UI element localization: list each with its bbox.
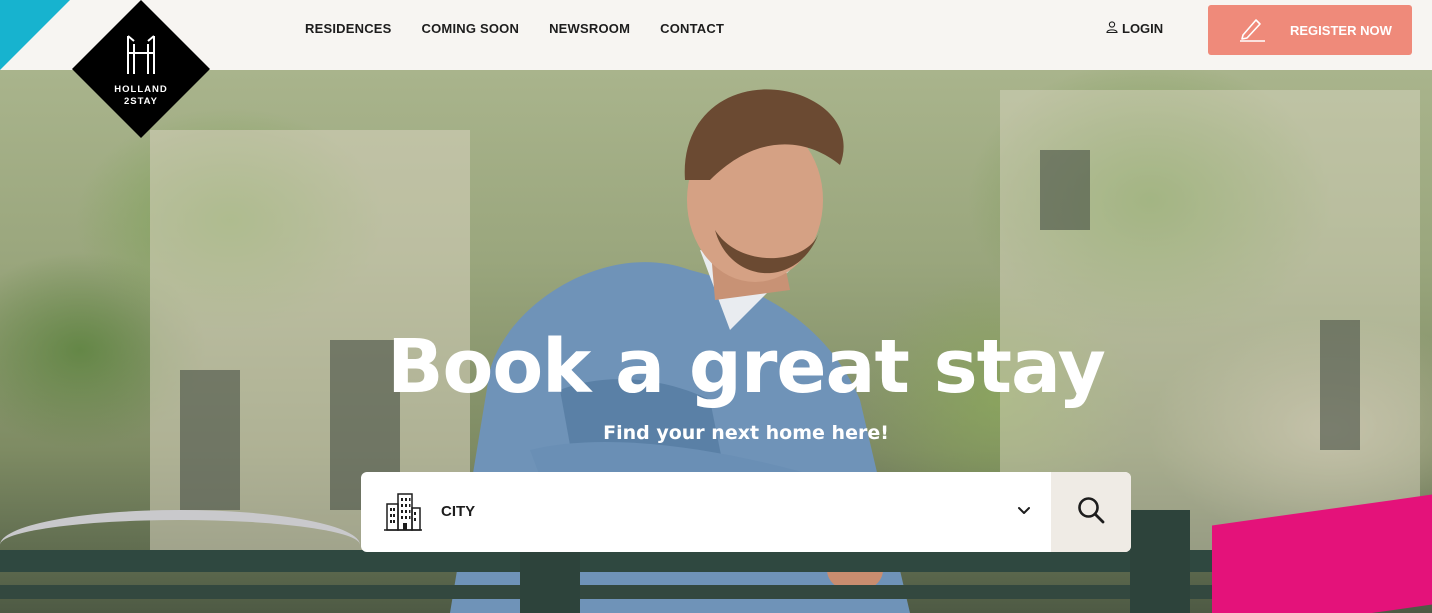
chevron-down-icon: [1016, 502, 1032, 523]
search-button[interactable]: [1051, 472, 1131, 552]
main-nav: RESIDENCES COMING SOON NEWSROOM CONTACT: [305, 21, 724, 36]
city-select-label: CITY: [441, 503, 476, 520]
logo-text-line2: 2STAY: [124, 96, 158, 107]
nav-item-coming-soon[interactable]: COMING SOON: [422, 21, 520, 36]
holland2stay-logo[interactable]: HOLLAND 2STAY: [71, 0, 211, 139]
hero-section: Book a great stay Find your next home he…: [0, 70, 1432, 613]
railing-post: [1130, 510, 1190, 613]
site-header: RESIDENCES COMING SOON NEWSROOM CONTACT …: [0, 0, 1432, 70]
logo-text-line1: HOLLAND: [114, 84, 167, 95]
search-icon: [1076, 495, 1106, 530]
nav-item-contact[interactable]: CONTACT: [660, 21, 724, 36]
login-link[interactable]: LOGIN: [1106, 21, 1163, 36]
register-label: REGISTER NOW: [1290, 22, 1392, 38]
city-select[interactable]: CITY: [361, 472, 1051, 552]
hero-title: Book a great stay: [387, 324, 1106, 410]
login-label: LOGIN: [1122, 21, 1164, 36]
city-search-bar: CITY: [361, 472, 1131, 552]
nav-item-newsroom[interactable]: NEWSROOM: [549, 21, 630, 36]
register-button[interactable]: REGISTER NOW: [1208, 5, 1412, 55]
hero-subtitle: Find your next home here!: [603, 422, 889, 444]
nav-item-residences[interactable]: RESIDENCES: [305, 21, 392, 36]
pencil-icon: [1238, 16, 1266, 45]
user-icon: [1106, 21, 1118, 36]
building-icon: [384, 490, 422, 537]
teal-corner-decoration: [0, 0, 70, 70]
